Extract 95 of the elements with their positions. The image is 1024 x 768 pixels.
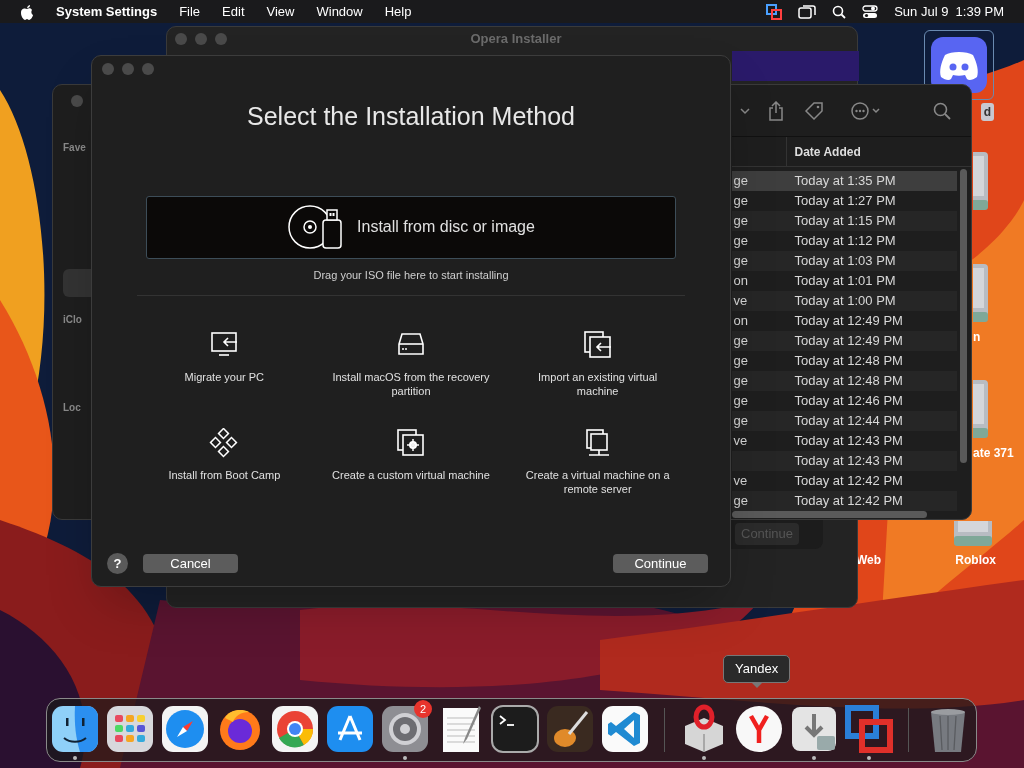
file-name: ve [733,473,748,489]
menu-item[interactable]: Edit [222,1,245,22]
date-cell-text: Today at 1:15 PM [794,212,896,231]
app-grid-icon[interactable] [105,704,155,754]
install-option[interactable]: Install from Boot Camp [131,428,318,496]
letter-a-tile-icon[interactable] [325,704,375,754]
date-cell-text: Today at 1:00 PM [794,292,896,311]
share-icon[interactable] [767,100,784,121]
file-name: ge [733,213,748,229]
window-title: Opera Installer [469,30,563,49]
install-option[interactable]: Install macOS from the recovery partition [317,330,505,398]
date-cell-text: Today at 12:49 PM [794,332,903,351]
letter-y-circle-icon[interactable] [734,704,784,754]
install-option[interactable]: Create a custom virtual machine [317,428,505,496]
file-row[interactable]: ge Today at 1:03 PM [731,251,957,271]
more-icon[interactable] [849,100,882,121]
date-cell-text: Today at 1:12 PM [794,232,896,251]
disc-image-option[interactable]: Install from disc or image [146,195,676,259]
date-cell-text: Today at 12:46 PM [794,392,903,411]
file-name: ge [733,333,748,349]
file-row[interactable]: ge Today at 1:15 PM [731,211,957,231]
file-row[interactable]: Today at 12:43 PM [731,451,957,471]
menu-item[interactable]: View [266,1,295,22]
file-name: on [733,273,748,289]
download-drive-icon[interactable] [789,704,839,754]
compass-icon[interactable] [160,704,210,754]
app-menu[interactable]: System Settings [56,1,158,22]
file-row[interactable]: ge Today at 1:35 PM [731,171,957,191]
overlapping-squares-icon[interactable] [766,3,783,20]
date-cell-text: Today at 12:42 PM [794,472,903,491]
help-button[interactable]: ? [107,553,128,574]
file-name: ge [733,353,748,369]
scrollbar[interactable] [731,511,927,518]
hint-text: Drag your ISO file here to start installing [313,267,509,283]
file-name: ge [733,373,748,389]
date-cell-text: Today at 12:48 PM [794,352,903,371]
tag-icon[interactable] [803,100,824,121]
menu-item[interactable]: File [179,1,201,22]
guitar-icon[interactable] [545,704,595,754]
date-cell-text: Today at 12:43 PM [794,432,903,451]
notification-badge: 2 [414,700,432,718]
date-cell-text: Today at 12:42 PM [794,492,903,511]
chevron-ribbon-icon[interactable] [600,704,650,754]
file-name: ge [733,233,748,249]
sidebar-heading: iClo [63,313,82,327]
date-cell-text: Today at 12:43 PM [794,452,903,471]
date-cell-text: Today at 1:27 PM [794,192,896,211]
windows-gear-icon [396,428,426,458]
file-name: ge [733,173,748,189]
install-option[interactable]: Create a virtual machine on a remote server [504,428,691,496]
file-name: ge [733,393,748,409]
scrollbar[interactable] [959,169,967,463]
terminal-icon[interactable] [490,704,540,754]
file-row[interactable]: ge Today at 12:44 PM [731,411,957,431]
tooltip: Yandex [723,655,791,683]
menu-item[interactable]: Help [384,1,412,22]
file-row[interactable]: ge Today at 12:49 PM [731,331,957,351]
clock[interactable]: Sun Jul 9 1:39 PM [894,1,1004,22]
continue-button[interactable]: Continue [613,554,708,573]
date-cell-text: Today at 1:35 PM [794,172,896,191]
file-name: on [733,313,748,329]
file-name: ve [733,293,748,309]
toggles-icon[interactable] [862,4,879,19]
file-name: ge [733,253,748,269]
file-row[interactable]: ve Today at 1:00 PM [731,291,957,311]
date-cell-text: Today at 1:01 PM [794,272,896,291]
sidebar-heading: Loc [63,401,81,415]
date-cell-text: Today at 12:44 PM [794,412,903,431]
smiling-face-icon[interactable] [50,704,100,754]
file-name: ge [733,193,748,209]
windows-icon[interactable] [798,4,817,19]
cancel-button[interactable]: Cancel [143,554,238,573]
overlapping-squares-icon[interactable] [844,704,894,754]
date-cell-text: Today at 1:03 PM [794,252,896,271]
install-option[interactable]: Migrate your PC [131,330,318,398]
dialog-title: Select the Installation Method [247,101,575,132]
tooltip-pointer-icon [750,681,763,689]
date-cell-text: Today at 12:48 PM [794,372,903,391]
menu-item[interactable]: Window [316,1,363,22]
chevron-down-icon[interactable] [739,106,750,115]
file-name: ge [733,413,748,429]
file-row[interactable]: ge Today at 12:42 PM [731,491,957,511]
date-cell-text: Today at 12:49 PM [794,312,903,331]
diamonds-icon [209,428,240,458]
column-header[interactable]: Date Added [786,142,861,161]
gear-icon[interactable] [380,704,430,754]
search-icon[interactable] [832,4,847,19]
browser-ring-icon[interactable] [270,704,320,754]
sidebar-heading: Fave [63,141,86,155]
file-name: ve [733,433,748,449]
file-name: ge [733,493,748,509]
stacked-windows-arrow-icon [582,330,613,360]
apple-icon[interactable] [20,3,34,20]
file-row[interactable]: ge Today at 12:48 PM [731,371,957,391]
install-option[interactable]: Import an existing virtual machine [504,330,691,398]
